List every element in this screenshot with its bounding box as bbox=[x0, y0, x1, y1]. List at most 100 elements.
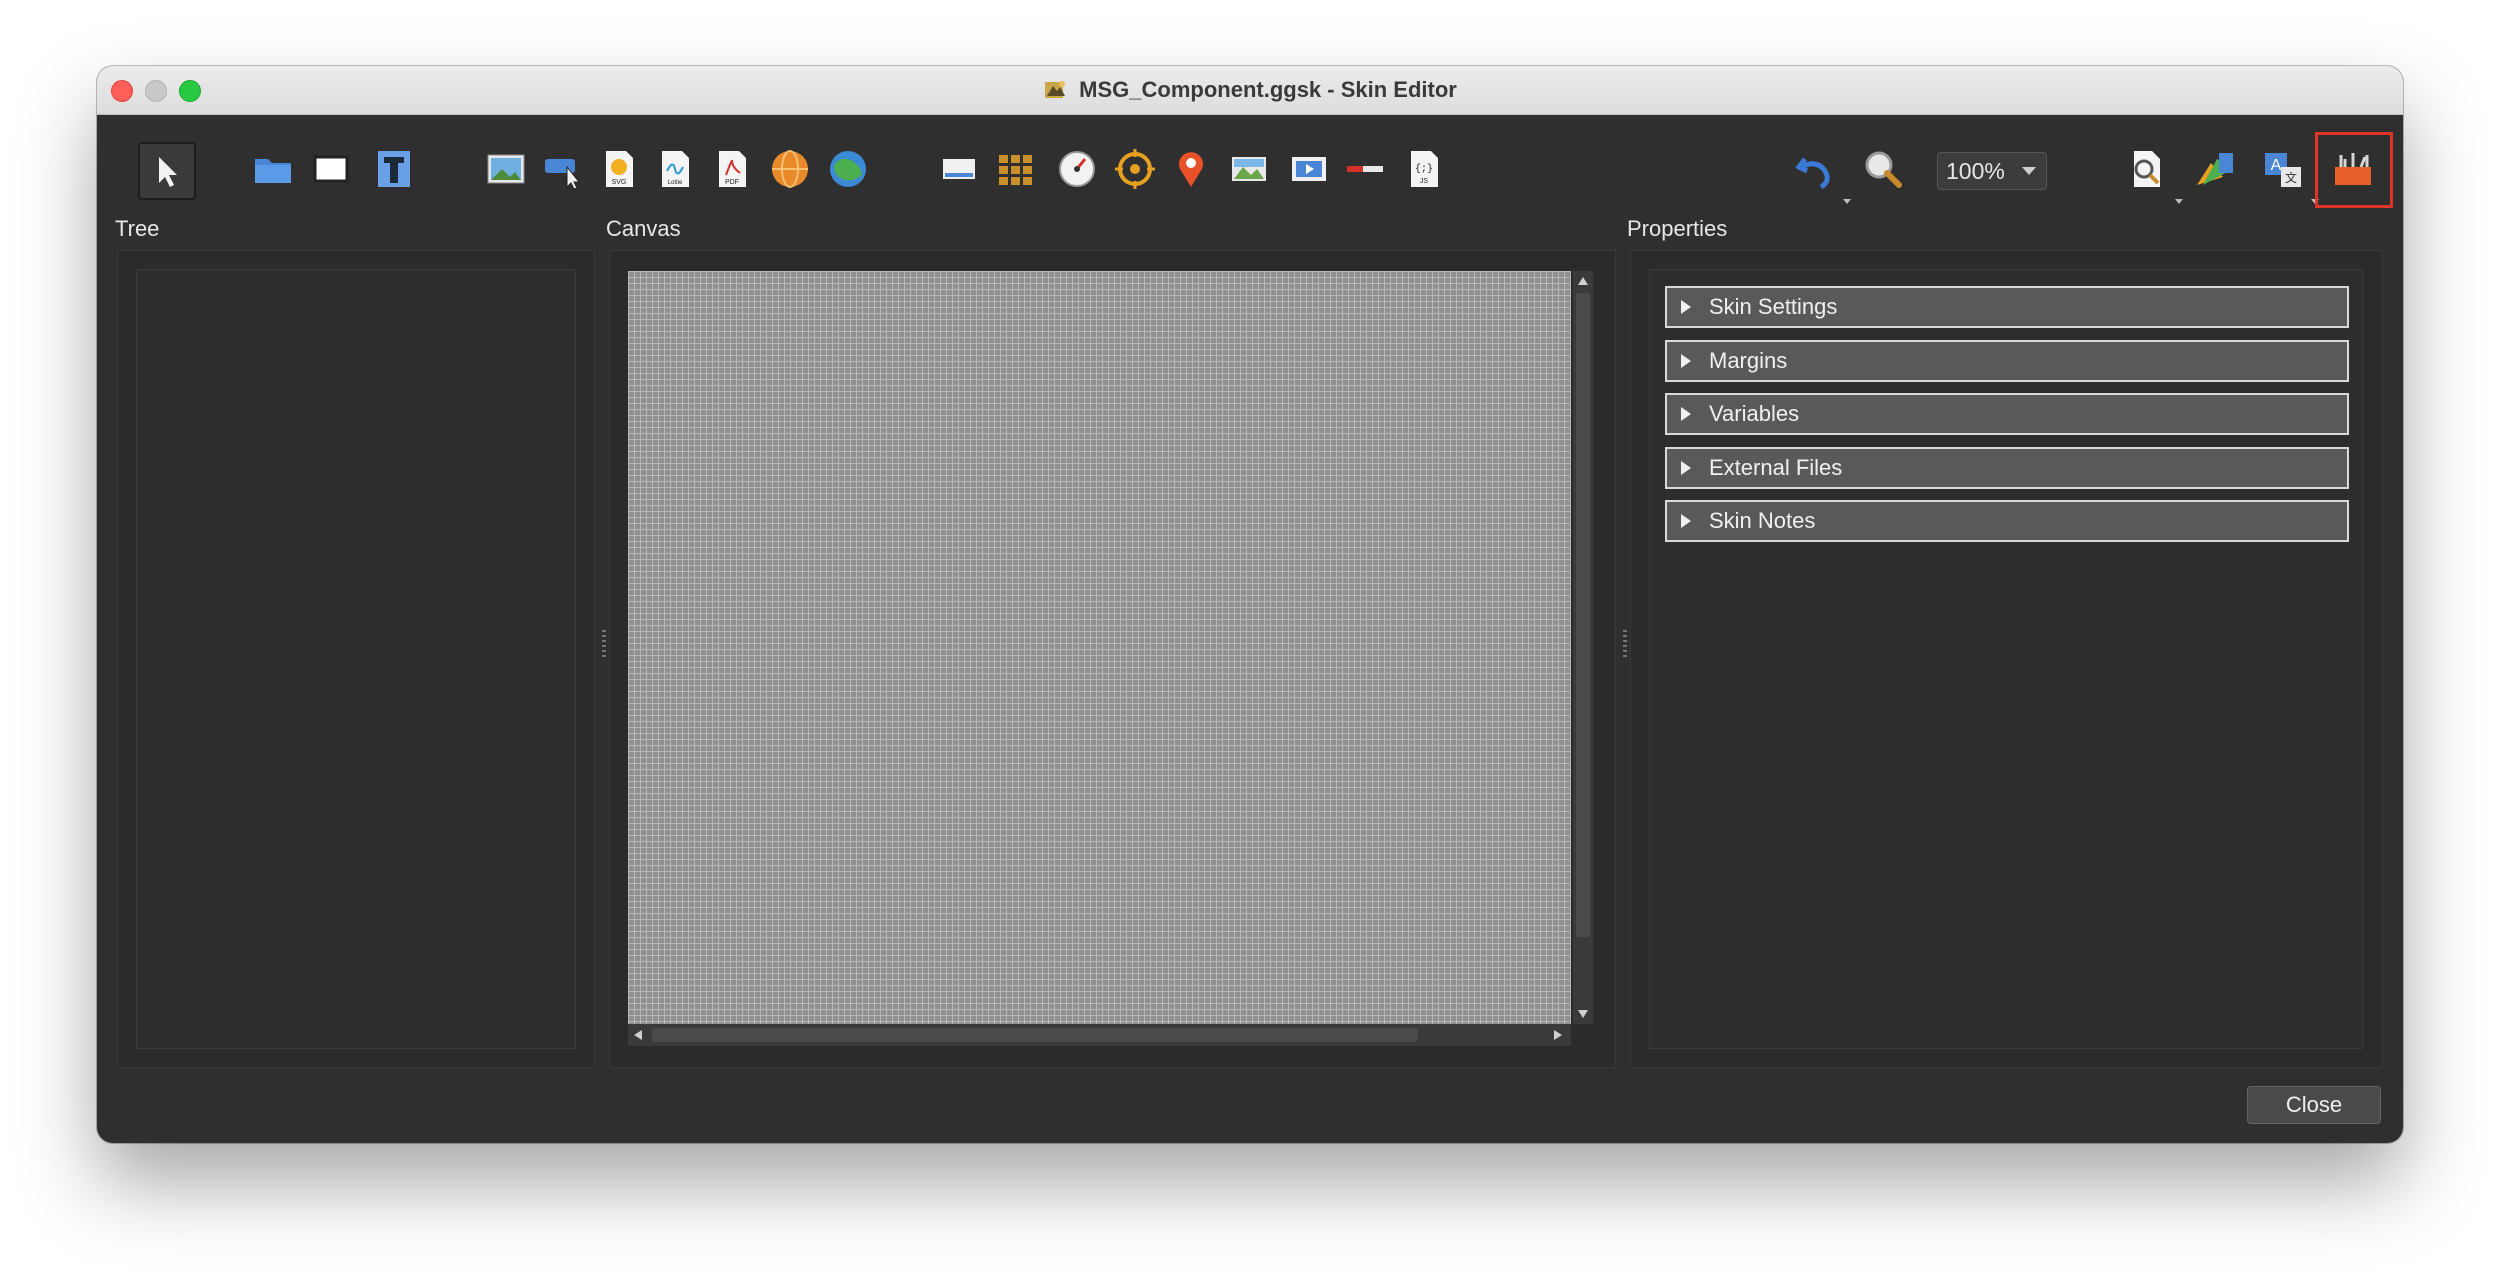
lottie-tool-button[interactable]: Lottie bbox=[650, 144, 700, 194]
skin-notes-section[interactable]: Skin Notes bbox=[1665, 500, 2349, 542]
svg-text:SVG: SVG bbox=[612, 179, 627, 186]
rectangle-tool-button[interactable] bbox=[306, 144, 356, 194]
select-pointer-icon bbox=[159, 157, 177, 187]
expand-arrow-icon bbox=[1681, 461, 1691, 475]
svg-file-icon: SVG bbox=[606, 151, 633, 187]
map-pin-tool-button[interactable] bbox=[1166, 144, 1216, 194]
scroll-left-icon[interactable] bbox=[634, 1030, 642, 1040]
external-files-section[interactable]: External Files bbox=[1665, 447, 2349, 489]
map-image-icon bbox=[1232, 157, 1266, 181]
tree-panel-title: Tree bbox=[115, 216, 160, 241]
section-label: Margins bbox=[1709, 348, 1788, 373]
expand-arrow-icon bbox=[1681, 407, 1691, 421]
scroll-right-icon[interactable] bbox=[1554, 1030, 1562, 1040]
section-label: External Files bbox=[1709, 455, 1843, 480]
skin-settings-section[interactable]: Skin Settings bbox=[1665, 286, 2349, 328]
expand-arrow-icon bbox=[1681, 514, 1691, 528]
variables-section[interactable]: Variables bbox=[1665, 393, 2349, 435]
svg-text:Lottie: Lottie bbox=[668, 180, 683, 186]
dial-tool-button[interactable] bbox=[1052, 144, 1102, 194]
text-tool-button[interactable] bbox=[369, 144, 419, 194]
button-cursor-icon bbox=[545, 159, 581, 190]
properties-panel-title: Properties bbox=[1627, 216, 1728, 241]
thumbnail-bar-icon bbox=[943, 159, 975, 179]
slider-tool-button[interactable] bbox=[1340, 144, 1390, 194]
js-file-icon: {;} JS bbox=[1411, 151, 1438, 187]
close-window-button[interactable] bbox=[111, 80, 133, 102]
canvas-vertical-scrollbar[interactable] bbox=[1573, 271, 1593, 1024]
chevron-down-icon bbox=[2022, 167, 2036, 175]
grid-tool-button[interactable] bbox=[991, 144, 1041, 194]
image-tool-button[interactable] bbox=[481, 144, 531, 194]
pdf-tool-button[interactable]: PDF bbox=[707, 144, 757, 194]
translate-icon: A文 bbox=[2265, 153, 2301, 187]
undo-dropdown-icon[interactable] bbox=[1843, 199, 1851, 204]
cloud-tool-button[interactable] bbox=[823, 144, 873, 194]
window-title-text: MSG_Component.ggsk - Skin Editor bbox=[1079, 77, 1457, 102]
grid-icon bbox=[999, 155, 1032, 185]
svg-text:文: 文 bbox=[2285, 170, 2297, 185]
horizontal-scroll-thumb[interactable] bbox=[652, 1028, 1418, 1042]
slider-icon bbox=[1347, 166, 1383, 172]
zoom-level-select[interactable]: 100% bbox=[1937, 152, 2047, 190]
section-label: Variables bbox=[1709, 401, 1800, 426]
section-label: Skin Settings bbox=[1709, 294, 1838, 319]
canvas-horizontal-scrollbar[interactable] bbox=[628, 1024, 1571, 1046]
canvas-panel-title: Canvas bbox=[606, 216, 681, 241]
minimize-window-button[interactable] bbox=[145, 80, 167, 102]
image-icon bbox=[487, 154, 525, 184]
undo-icon bbox=[1795, 157, 1830, 190]
svg-text:PDF: PDF bbox=[725, 179, 739, 186]
tree-view[interactable] bbox=[136, 269, 576, 1049]
properties-view bbox=[1649, 269, 2363, 1049]
expand-arrow-icon bbox=[1681, 300, 1691, 314]
compass-dial-icon bbox=[1059, 151, 1095, 187]
maximize-window-button[interactable] bbox=[179, 80, 201, 102]
thumbnail-tool-button[interactable] bbox=[934, 144, 984, 194]
expand-arrow-icon bbox=[1681, 354, 1691, 368]
window-title: MSG_Component.ggsk - Skin Editor bbox=[1043, 77, 1457, 103]
margins-section[interactable]: Margins bbox=[1665, 340, 2349, 382]
lottie-file-icon: Lottie bbox=[662, 151, 689, 187]
select-tool-button[interactable] bbox=[138, 142, 196, 200]
pdf-file-icon: PDF bbox=[719, 151, 746, 187]
color-icon bbox=[2197, 153, 2233, 185]
map-tool-button[interactable] bbox=[1224, 144, 1274, 194]
map-pin-icon bbox=[1179, 152, 1203, 187]
svg-text:JS: JS bbox=[1420, 178, 1429, 185]
tree-splitter-handle[interactable] bbox=[602, 630, 606, 660]
vertical-scroll-thumb[interactable] bbox=[1576, 293, 1590, 937]
translate-button[interactable]: A文 bbox=[2258, 144, 2308, 194]
zoom-level-value: 100% bbox=[1946, 157, 2005, 184]
zoom-button[interactable] bbox=[1858, 144, 1908, 194]
zoom-icon bbox=[1865, 151, 1902, 188]
svg-text:{;}: {;} bbox=[1415, 163, 1433, 175]
folder-icon bbox=[255, 159, 291, 183]
video-icon bbox=[1292, 157, 1326, 181]
close-button[interactable]: Close bbox=[2247, 1086, 2381, 1124]
preview-dropdown-icon[interactable] bbox=[2175, 199, 2183, 204]
section-label: Skin Notes bbox=[1709, 508, 1816, 533]
target-icon bbox=[1115, 149, 1155, 189]
skin-editor-window: MSG_Component.ggsk - Skin Editor SVG Lot… bbox=[97, 66, 2403, 1143]
code-tool-button[interactable]: {;} JS bbox=[1399, 144, 1449, 194]
tools-highlight-box bbox=[2315, 132, 2393, 208]
preview-button[interactable] bbox=[2121, 144, 2171, 194]
hotspot-tool-button[interactable] bbox=[1110, 144, 1160, 194]
properties-splitter-handle[interactable] bbox=[1623, 630, 1627, 660]
scroll-down-icon[interactable] bbox=[1578, 1010, 1588, 1018]
color-button[interactable] bbox=[2190, 144, 2240, 194]
scroll-up-icon[interactable] bbox=[1578, 277, 1588, 285]
undo-button[interactable] bbox=[1790, 144, 1840, 194]
svg-tool-button[interactable]: SVG bbox=[594, 144, 644, 194]
app-logo-icon bbox=[1045, 81, 1066, 98]
panorama-tool-button[interactable] bbox=[765, 144, 815, 194]
title-bar: MSG_Component.ggsk - Skin Editor bbox=[97, 66, 2403, 115]
video-tool-button[interactable] bbox=[1284, 144, 1334, 194]
button-tool-button[interactable] bbox=[538, 144, 588, 194]
skin-canvas[interactable] bbox=[628, 271, 1571, 1024]
globe-orange-icon bbox=[772, 150, 808, 188]
text-icon bbox=[378, 151, 410, 187]
container-tool-button[interactable] bbox=[248, 144, 298, 194]
preview-icon bbox=[2134, 151, 2160, 187]
